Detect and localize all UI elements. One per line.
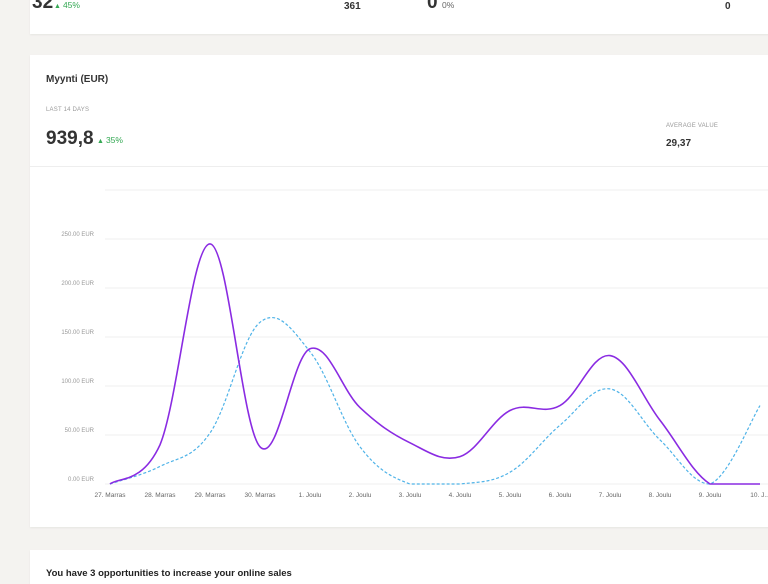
sales-card: Myynti (EUR) LAST 14 DAYS 939,8 ▲ 35% AVE… [30,55,768,527]
x-tick-label: 9. Joulu [699,492,722,499]
x-tick-label: 6. Joulu [549,492,572,499]
x-tick-label: 4. Joulu [449,492,472,499]
x-tick-label: 28. Marras [144,492,176,499]
previous-period-line [109,316,761,485]
opportunities-text: You have 3 opportunities to increase you… [46,568,292,579]
x-tick-label: 1. Joulu [299,492,322,499]
y-tick-label: 250.00 EUR [61,232,94,238]
y-tick-label: 100.00 EUR [61,379,94,385]
x-tick-label: 29. Marras [194,492,226,499]
x-tick-label: 10. J... [750,492,768,499]
stats-card: 32 ▲ 45% 361 0 0% 0 [30,0,768,34]
y-axis-labels: 0.00 EUR 50.00 EUR 100.00 EUR 150.00 EUR 200… [61,232,94,483]
sales-chart: 0.00 EUR 50.00 EUR 100.00 EUR 150.00 EUR 200… [61,189,768,499]
x-tick-label: 8. Joulu [649,492,672,499]
x-tick-label: 7. Joulu [599,492,622,499]
x-tick-label: 3. Joulu [399,492,422,499]
x-tick-label: 2. Joulu [349,492,372,499]
stat-conversion-value: 0 [427,0,438,13]
chart-lines [109,243,761,485]
x-tick-label: 5. Joulu [499,492,522,499]
stat-returns-value: 0 [725,1,731,12]
y-tick-label: 200.00 EUR [61,281,94,287]
stat-visitors-value: 361 [344,1,361,12]
current-period-line [109,243,760,485]
x-tick-label: 27. Marras [94,492,126,499]
y-tick-label: 150.00 EUR [61,330,94,336]
stat-orders-change: ▲ 45% [54,0,80,10]
y-tick-label: 50.00 EUR [65,428,95,434]
stat-orders-value: 32 [32,0,54,13]
x-tick-label: 30. Marras [244,492,276,499]
stat-conversion-change: 0% [442,0,455,10]
opportunities-card[interactable]: You have 3 opportunities to increase you… [30,550,768,584]
y-tick-label: 0.00 EUR [68,477,95,483]
x-axis-labels: 27. Marras 28. Marras 29. Marras 30. Marras… [94,492,768,499]
trend-up-icon: ▲ [54,3,61,10]
